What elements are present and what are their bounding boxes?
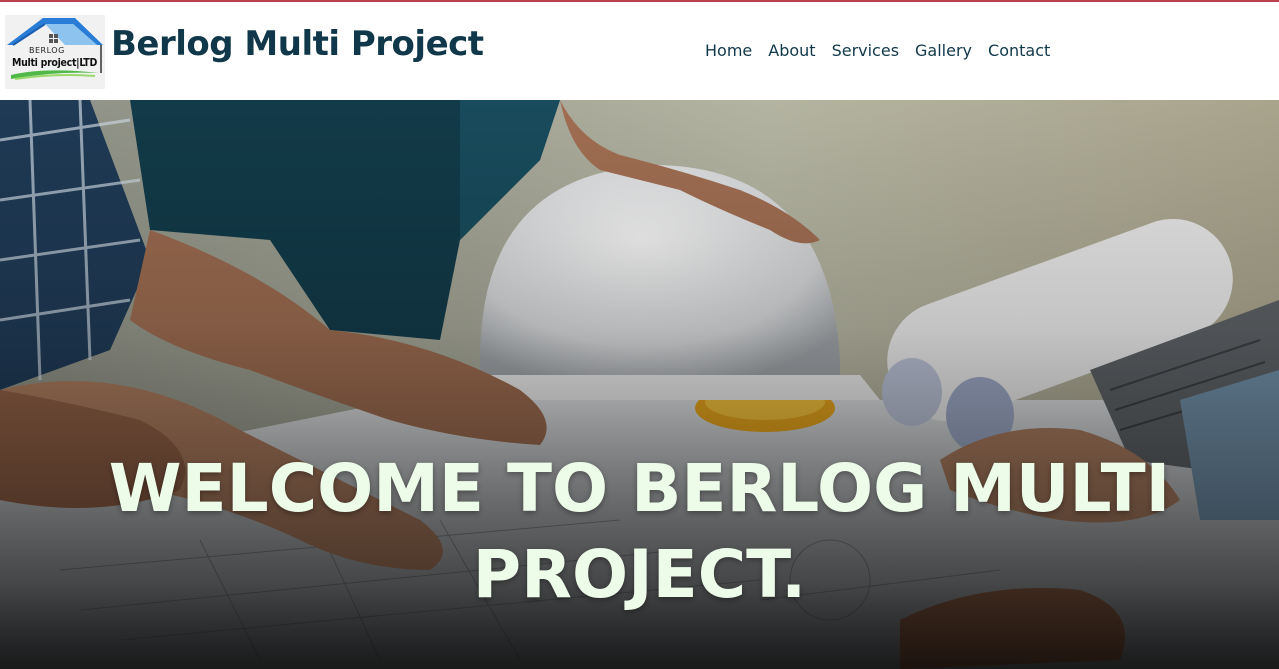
company-logo[interactable]: BERLOG Multi project|LTD <box>5 15 105 89</box>
nav-gallery[interactable]: Gallery <box>915 40 972 62</box>
main-nav: Home About Services Gallery Contact <box>705 40 1050 62</box>
site-header: BERLOG Multi project|LTD Berlog Multi Pr… <box>0 0 1279 100</box>
nav-home[interactable]: Home <box>705 40 752 62</box>
hero-banner: WELCOME TO BERLOG MULTI PROJECT. <box>0 100 1279 669</box>
site-title[interactable]: Berlog Multi Project <box>111 22 484 66</box>
logo-text-bottom: Multi project|LTD <box>12 57 97 69</box>
nav-contact[interactable]: Contact <box>988 40 1050 62</box>
hero-headline: WELCOME TO BERLOG MULTI PROJECT. <box>0 446 1279 618</box>
hero-headline-line-1: WELCOME TO BERLOG MULTI <box>108 450 1171 528</box>
nav-services[interactable]: Services <box>832 40 899 62</box>
nav-about[interactable]: About <box>768 40 815 62</box>
logo-text-top: BERLOG <box>29 46 65 55</box>
hero-headline-line-2: PROJECT. <box>472 536 807 614</box>
